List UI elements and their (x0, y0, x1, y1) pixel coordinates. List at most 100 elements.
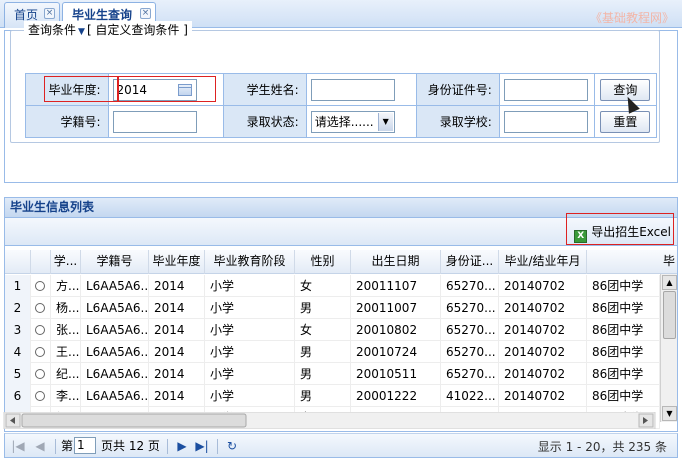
page-total: 页共 12 页 (101, 439, 160, 453)
id-number-label: 身份证件号: (416, 73, 500, 106)
last-page-icon[interactable]: ▶| (195, 439, 209, 453)
cell-student-no: L6AA5A6... (81, 319, 149, 341)
cell-grad-year: 2014 (149, 297, 205, 319)
column-header-gender[interactable]: 性别 (295, 250, 351, 274)
custom-query-link[interactable]: [ 自定义查询条件 ] (87, 23, 188, 37)
cell-gender: 男 (295, 385, 351, 407)
cell-birth-date: 20010724 (351, 341, 441, 363)
cell-student-no: L6AA5A6... (81, 297, 149, 319)
column-header-student-no[interactable]: 学籍号 (81, 250, 149, 274)
horizontal-scrollbar[interactable] (0, 412, 674, 429)
page-number-input[interactable]: 1 (74, 437, 96, 454)
column-header-edu-stage[interactable]: 毕业教育阶段 (205, 250, 295, 274)
cell-gender: 男 (295, 363, 351, 385)
cell-grad-month: 20140702 (499, 341, 587, 363)
cell-grad-year: 2014 (149, 385, 205, 407)
row-number: 3 (5, 319, 31, 341)
table-row[interactable]: 4 王... L6AA5A6... 2014 小学男 20010724 65270... 20… (5, 341, 660, 363)
student-no-input[interactable] (112, 110, 197, 133)
cell-birth-date: 20010511 (351, 363, 441, 385)
row-number: 2 (5, 297, 31, 319)
row-number: 6 (5, 385, 31, 407)
radio-button[interactable] (35, 369, 45, 379)
column-header-rownum (5, 250, 31, 274)
prev-page-icon[interactable]: ◀ (33, 439, 47, 453)
grid-header: 学... 学籍号 毕业年度 毕业教育阶段 性别 出生日期 身份证... 毕业/结… (5, 250, 677, 274)
table-row[interactable]: 2 杨... L6AA5A6... 2014 小学男 20011007 65270... 20… (5, 297, 660, 319)
page-prefix: 第 (61, 439, 74, 453)
student-no-label: 学籍号: (25, 105, 109, 138)
cell-grad-month: 20140702 (499, 275, 587, 297)
admission-school-input[interactable] (503, 110, 588, 133)
radio-button[interactable] (35, 391, 45, 401)
table-row[interactable]: 3 张... L6AA5A6... 2014 小学女 20010802 65270... 20… (5, 319, 660, 341)
row-radio (31, 275, 51, 297)
first-page-icon[interactable]: |◀ (11, 439, 25, 453)
next-page-icon[interactable]: ▶ (175, 439, 189, 453)
cell-edu-stage: 小学 (205, 297, 295, 319)
cell-edu-stage: 小学 (205, 385, 295, 407)
close-icon[interactable]: × (140, 8, 151, 19)
cell-birth-date: 20001222 (351, 385, 441, 407)
admission-status-value: 请选择...... (314, 114, 374, 129)
cell-grad-year: 2014 (149, 319, 205, 341)
refresh-icon[interactable]: ↻ (225, 439, 239, 453)
row-number: 1 (5, 275, 31, 297)
radio-button[interactable] (35, 281, 45, 291)
id-number-input[interactable] (503, 78, 588, 101)
cell-grad-year: 2014 (149, 341, 205, 363)
cell-grad-month: 20140702 (499, 363, 587, 385)
column-header-name[interactable]: 学... (51, 250, 81, 274)
radio-button[interactable] (35, 303, 45, 313)
radio-button[interactable] (35, 347, 45, 357)
table-row[interactable]: 1 方... L6AA5A6... 2014 小学女 20011107 65270... 20… (5, 275, 660, 297)
pager: |◀ ◀ 第 1 页共 12 页 ▶ ▶| ↻ 显示 1 - 20，共 235 … (4, 433, 678, 458)
grid-body: 学... 学籍号 毕业年度 毕业教育阶段 性别 出生日期 身份证... 毕业/结… (4, 246, 678, 432)
cell-id-number: 41022... (441, 385, 499, 407)
cell-id-number: 65270... (441, 275, 499, 297)
cell-id-number: 65270... (441, 319, 499, 341)
cell-id-number: 65270... (441, 341, 499, 363)
cell-school: 86团中学 (587, 319, 660, 341)
cell-edu-stage: 小学 (205, 275, 295, 297)
student-name-input[interactable] (310, 78, 395, 101)
highlight-box (44, 76, 118, 102)
close-icon[interactable]: × (44, 8, 55, 19)
chevron-down-icon[interactable]: ▼ (377, 112, 393, 131)
table-row[interactable]: 6 李... L6AA5A6... 2014 小学男 20001222 41022... 20… (5, 385, 660, 407)
pager-separator (55, 439, 56, 454)
row-radio (31, 341, 51, 363)
admission-status-select[interactable]: 请选择...... ▼ (310, 110, 395, 133)
column-header-grad-year[interactable]: 毕业年度 (149, 250, 205, 274)
table-row[interactable]: 5 纪... L6AA5A6... 2014 小学男 20010511 65270... 20… (5, 363, 660, 385)
cell-school: 86团中学 (587, 363, 660, 385)
pager-separator (217, 439, 218, 454)
cell-name: 王... (51, 341, 81, 363)
reset-button[interactable]: 重置 (600, 110, 651, 133)
column-header-select (31, 250, 51, 274)
vertical-scrollbar[interactable]: ▲ ▼ (660, 274, 677, 422)
column-header-school[interactable]: 毕 (587, 250, 677, 274)
cell-school: 86团中学 (587, 385, 660, 407)
cell-name: 杨... (51, 297, 81, 319)
radio-button[interactable] (35, 325, 45, 335)
cell-name: 张... (51, 319, 81, 341)
row-radio (31, 385, 51, 407)
cell-name: 李... (51, 385, 81, 407)
query-legend[interactable]: 查询条件 ▼[ 自定义查询条件 ] (24, 21, 192, 38)
student-name-label: 学生姓名: (223, 73, 307, 106)
cell-gender: 女 (295, 319, 351, 341)
column-header-grad-month[interactable]: 毕业/结业年月 (499, 250, 587, 274)
watermark: 《基础教程网》 (589, 11, 674, 25)
scroll-thumb[interactable] (663, 291, 676, 339)
pager-separator (167, 439, 168, 454)
scroll-up-icon[interactable]: ▲ (662, 275, 677, 290)
cell-school: 86团中学 (587, 275, 660, 297)
column-header-birth-date[interactable]: 出生日期 (351, 250, 441, 274)
admission-school-label: 录取学校: (416, 105, 500, 138)
pager-info: 显示 1 - 20，共 235 条 (537, 440, 667, 454)
cell-id-number: 65270... (441, 363, 499, 385)
cell-gender: 男 (295, 341, 351, 363)
column-header-id-number[interactable]: 身份证... (441, 250, 499, 274)
row-radio (31, 319, 51, 341)
